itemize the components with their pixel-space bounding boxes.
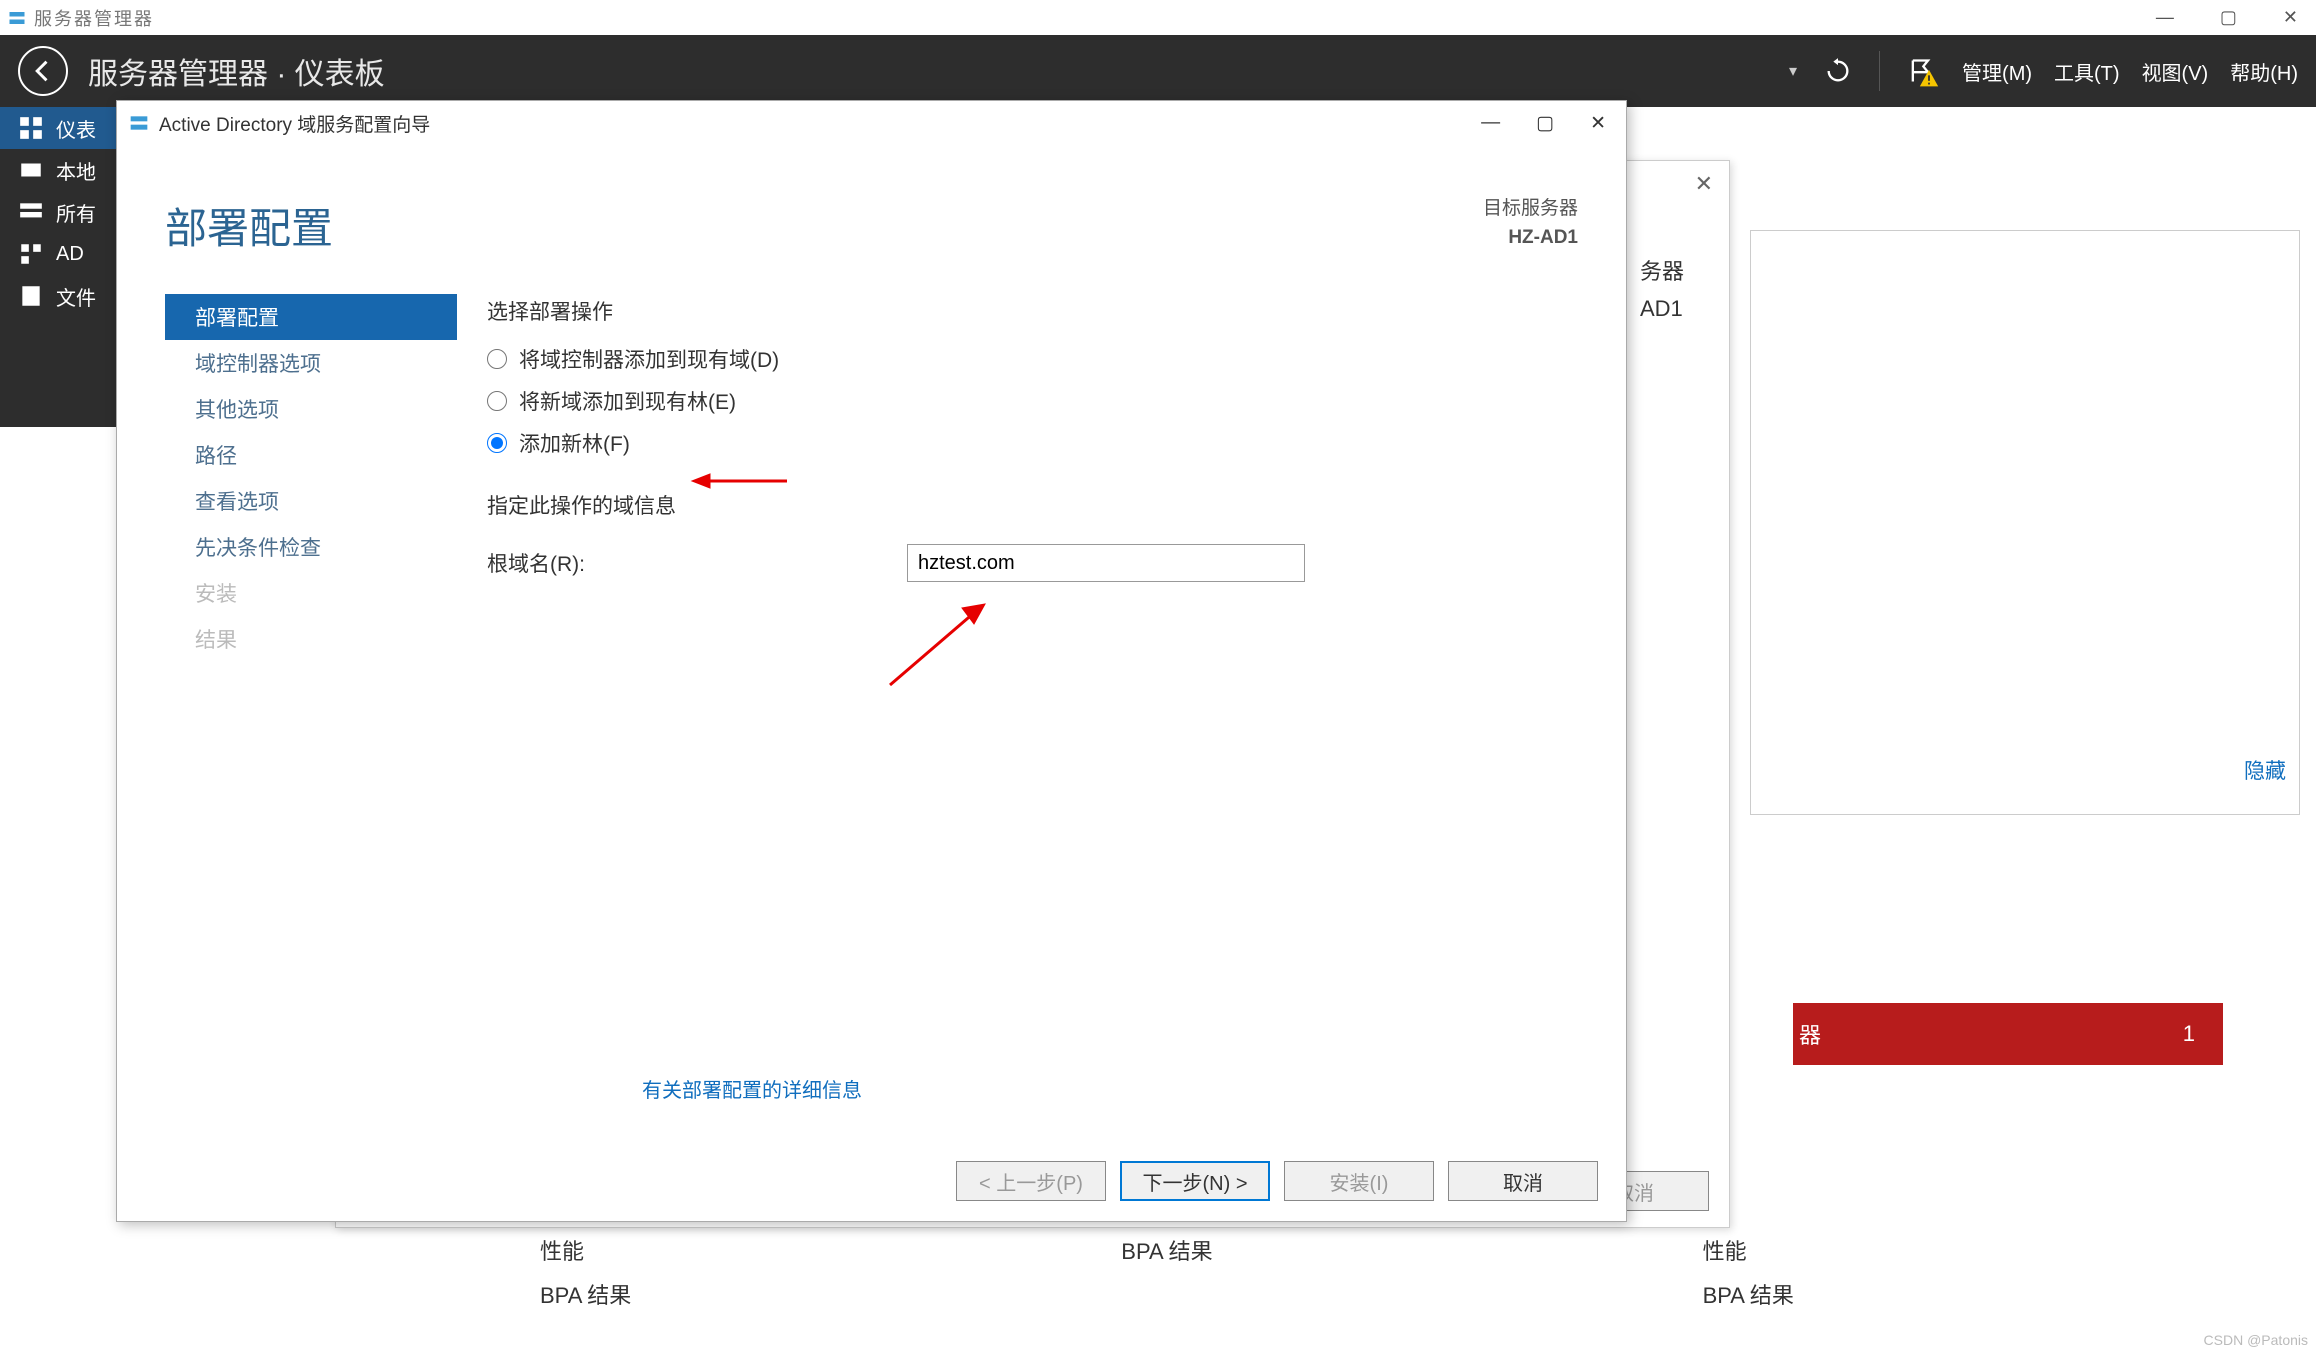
operation-label: 选择部署操作 bbox=[487, 296, 1586, 326]
wizard-icon bbox=[129, 113, 149, 133]
app-title: 服务器管理器 bbox=[34, 5, 154, 31]
wizard-close-button[interactable]: ✕ bbox=[1590, 112, 1606, 135]
alert-bar[interactable]: 器 1 bbox=[1793, 1003, 2223, 1065]
wizard-prev-button[interactable]: < 上一步(P) bbox=[956, 1161, 1106, 1201]
menu-manage[interactable]: 管理(M) bbox=[1962, 57, 2032, 86]
radio-add-to-existing-forest[interactable]: 将新域添加到现有林(E) bbox=[487, 386, 1586, 416]
peek-perf-3: 性能 bbox=[1703, 1230, 1794, 1274]
root-domain-input[interactable] bbox=[907, 544, 1305, 582]
info-peek: 务器 AD1 bbox=[1640, 255, 1684, 329]
alert-icon: 器 bbox=[1799, 1018, 1821, 1050]
radio-add-to-existing-domain[interactable]: 将域控制器添加到现有域(D) bbox=[487, 344, 1586, 374]
nav-file-label: 文件 bbox=[56, 282, 96, 311]
menu-view[interactable]: 视图(V) bbox=[2142, 57, 2209, 86]
wizard-install-button[interactable]: 安装(I) bbox=[1284, 1161, 1434, 1201]
close-button[interactable]: ✕ bbox=[2283, 7, 2298, 28]
wizard-nav-result: 结果 bbox=[165, 616, 457, 662]
breadcrumb: 服务器管理器 · 仪表板 bbox=[88, 49, 385, 93]
ad-icon bbox=[18, 241, 44, 267]
root-domain-label: 根域名(R): bbox=[487, 548, 887, 578]
servers-icon bbox=[18, 199, 44, 225]
maximize-button[interactable]: ▢ bbox=[2220, 7, 2237, 28]
wizard-content: 选择部署操作 将域控制器添加到现有域(D) 将新域添加到现有林(E) 添加新林(… bbox=[457, 276, 1626, 662]
minimize-button[interactable]: — bbox=[2156, 7, 2174, 28]
wizard-minimize-button[interactable]: — bbox=[1481, 112, 1500, 135]
wizard-page-title: 部署配置 bbox=[165, 195, 333, 256]
wizard-nav-install: 安装 bbox=[165, 570, 457, 616]
bpa-peek-row: 性能 BPA 结果 BPA 结果 性能 BPA 结果 bbox=[540, 1230, 1794, 1318]
wizard-nav-other[interactable]: 其他选项 bbox=[165, 386, 457, 432]
hide-link[interactable]: 隐藏 bbox=[2244, 755, 2286, 785]
sub-dialog-close-icon[interactable]: ✕ bbox=[1695, 171, 1713, 197]
nav-ad-label: AD bbox=[56, 243, 84, 266]
wizard-title-text: Active Directory 域服务配置向导 bbox=[159, 110, 430, 137]
refresh-button[interactable] bbox=[1819, 52, 1857, 90]
peek-bpa-1: BPA 结果 bbox=[540, 1274, 631, 1318]
file-icon bbox=[18, 283, 44, 309]
wizard-cancel-button[interactable]: 取消 bbox=[1448, 1161, 1598, 1201]
wizard-titlebar: Active Directory 域服务配置向导 — ▢ ✕ bbox=[117, 101, 1626, 145]
watermark: CSDN @Patonis bbox=[2204, 1332, 2308, 1348]
radio2-input[interactable] bbox=[487, 391, 507, 411]
arrow-annotation-1 bbox=[692, 466, 792, 501]
peek-bpa-2: BPA 结果 bbox=[1121, 1230, 1212, 1274]
server-manager-icon bbox=[8, 9, 26, 27]
wizard-nav-dc-options[interactable]: 域控制器选项 bbox=[165, 340, 457, 386]
wizard-maximize-button[interactable]: ▢ bbox=[1536, 112, 1554, 135]
peek-perf-1: 性能 bbox=[540, 1230, 631, 1274]
wizard-nav-deploy[interactable]: 部署配置 bbox=[165, 294, 457, 340]
wizard-nav: 部署配置 域控制器选项 其他选项 路径 查看选项 先决条件检查 安装 结果 bbox=[117, 276, 457, 662]
dashboard-icon bbox=[18, 115, 44, 141]
menu-help[interactable]: 帮助(H) bbox=[2230, 57, 2298, 86]
server-icon bbox=[18, 157, 44, 183]
peek-bpa-3: BPA 结果 bbox=[1703, 1274, 1794, 1318]
bg-panel-right bbox=[1750, 230, 2300, 815]
alert-count: 1 bbox=[2183, 1021, 2195, 1047]
back-button[interactable] bbox=[18, 46, 68, 96]
app-titlebar: 服务器管理器 — ▢ ✕ bbox=[0, 0, 2316, 35]
nav-dashboard-label: 仪表 bbox=[56, 114, 96, 143]
header-bar: 服务器管理器 · 仪表板 ▾ 管理(M) 工具(T) 视图(V) 帮助(H) bbox=[0, 35, 2316, 107]
domain-info-label: 指定此操作的域信息 bbox=[487, 490, 1586, 520]
wizard-nav-prereq[interactable]: 先决条件检查 bbox=[165, 524, 457, 570]
wizard-nav-review[interactable]: 查看选项 bbox=[165, 478, 457, 524]
more-info-link[interactable]: 有关部署配置的详细信息 bbox=[642, 1074, 862, 1103]
nav-local-label: 本地 bbox=[56, 156, 96, 185]
wizard-nav-path[interactable]: 路径 bbox=[165, 432, 457, 478]
radio-new-forest[interactable]: 添加新林(F) bbox=[487, 428, 1586, 458]
wizard-dialog: Active Directory 域服务配置向导 — ▢ ✕ 部署配置 目标服务… bbox=[116, 100, 1627, 1222]
radio1-input[interactable] bbox=[487, 349, 507, 369]
nav-all-label: 所有 bbox=[56, 198, 96, 227]
flag-notifications-icon[interactable] bbox=[1902, 52, 1940, 90]
wizard-next-button[interactable]: 下一步(N) > bbox=[1120, 1161, 1270, 1201]
arrow-annotation-2 bbox=[880, 600, 990, 695]
radio3-input[interactable] bbox=[487, 433, 507, 453]
target-server-info: 目标服务器 HZ-AD1 bbox=[1483, 195, 1578, 256]
window-controls: — ▢ ✕ bbox=[2156, 7, 2308, 28]
menu-tools[interactable]: 工具(T) bbox=[2054, 57, 2120, 86]
